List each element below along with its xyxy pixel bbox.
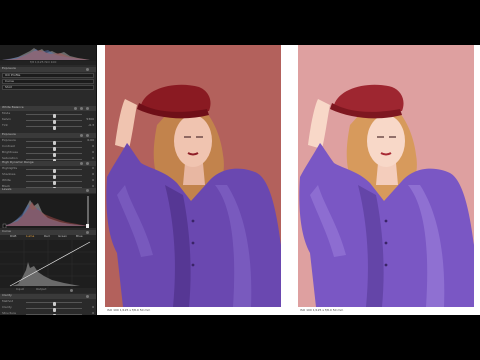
curve-io: Input Output [0, 287, 96, 293]
slider-track[interactable] [26, 302, 82, 306]
tab-red[interactable]: Red [44, 234, 50, 239]
section-menu-icon[interactable] [86, 134, 89, 137]
photo-after[interactable] [298, 45, 474, 307]
section-menu-icon[interactable] [86, 231, 89, 234]
preset-select[interactable]: Shot [2, 85, 94, 90]
section-header-clarity[interactable]: Clarity [0, 293, 96, 299]
section-menu-icon[interactable] [86, 189, 89, 192]
capture-one-window: f/8 1/125 ISO 100 Exposure ICC Profile C… [0, 0, 480, 360]
slider-track[interactable] [26, 175, 82, 179]
levels-histogram [0, 194, 96, 228]
section-header-exposure[interactable]: Exposure [0, 66, 96, 72]
section-header-levels[interactable]: Levels [0, 187, 96, 193]
portrait-image-after [298, 45, 474, 307]
tab-luma[interactable]: Luma [26, 234, 34, 239]
slider-value[interactable]: 0 [92, 311, 94, 315]
curve-picker-icon[interactable] [70, 289, 73, 292]
levels-white-handle [86, 224, 89, 228]
histogram-readout: f/8 1/125 ISO 100 [0, 60, 96, 65]
tab-green[interactable]: Green [58, 234, 67, 239]
slider-track[interactable] [26, 314, 82, 315]
slider-label: Shadows [2, 172, 16, 176]
levels-black-handle [2, 223, 7, 228]
slider-row: Brightness 0 [0, 150, 96, 157]
slider-handle[interactable] [53, 126, 56, 130]
slider-value[interactable]: 0 [92, 166, 94, 171]
icc-profile-select[interactable]: ICC Profile [2, 73, 94, 78]
histogram [0, 45, 96, 61]
tab-rgb[interactable]: RGB [10, 234, 16, 239]
slider-row: Exposure 0.00 [0, 138, 96, 145]
slider-row: Clarity 0 [0, 305, 96, 312]
photo-before-caption: ISO 100 1/125 s f/8.0 50 mm [107, 308, 151, 312]
slider-label: Structure [2, 311, 16, 315]
section-menu-icon[interactable] [86, 295, 89, 298]
slider-track[interactable] [26, 141, 82, 145]
reset-icon[interactable] [80, 162, 83, 165]
slider-label: Tint [2, 123, 8, 127]
slider-row: Kelvin 5300 [0, 117, 96, 124]
slider-label: Mode [2, 111, 11, 115]
slider-handle[interactable] [53, 314, 56, 315]
slider-track[interactable] [26, 126, 82, 130]
slider-row: White 0 [0, 178, 96, 185]
slider-label: Highlights [2, 166, 18, 170]
section-menu-icon[interactable] [86, 107, 89, 110]
slider-track[interactable] [26, 169, 82, 173]
slider-value[interactable]: 0 [92, 144, 94, 149]
curve-graph[interactable] [0, 240, 96, 288]
slider-label: Exposure [2, 138, 16, 142]
section-menu-icon[interactable] [86, 162, 89, 165]
slider-row: Mode [0, 111, 96, 118]
section-menu-icon[interactable] [86, 68, 89, 71]
slider-track[interactable] [26, 308, 82, 312]
slider-label: Method [2, 299, 14, 303]
photo-before[interactable] [105, 45, 281, 307]
picker-icon[interactable] [74, 107, 77, 110]
slider-row: Method [0, 299, 96, 306]
slider-label: Contrast [2, 144, 15, 148]
slider-value[interactable]: 0 [92, 178, 94, 183]
slider-track[interactable] [26, 153, 82, 157]
slider-row: Shadows 0 [0, 172, 96, 179]
reset-icon[interactable] [80, 134, 83, 137]
slider-track[interactable] [26, 120, 82, 124]
photo-after-caption: ISO 100 1/125 s f/8.0 50 mm [300, 308, 344, 312]
slider-value[interactable]: 0 [92, 172, 94, 177]
slider-row: Structure 0 [0, 311, 96, 315]
image-viewer: ISO 100 1/125 s f/8.0 50 mm ISO 100 1/12… [97, 45, 480, 315]
slider-value[interactable]: 0 [92, 150, 94, 155]
section-header-white-balance[interactable]: White Balance [0, 105, 96, 111]
reset-icon[interactable] [80, 107, 83, 110]
slider-value[interactable]: -0.3 [88, 123, 94, 128]
slider-label: White [2, 178, 11, 182]
slider-value[interactable]: 5300 [86, 117, 94, 122]
portrait-image-before [105, 45, 281, 307]
slider-row: Tint -0.3 [0, 123, 96, 130]
slider-row: Highlights 0 [0, 166, 96, 173]
slider-label: Kelvin [2, 117, 12, 121]
curve-select[interactable]: Curve [2, 79, 94, 84]
slider-track[interactable] [26, 181, 82, 185]
tab-blue[interactable]: Blue [76, 234, 83, 239]
slider-track[interactable] [26, 147, 82, 151]
slider-value[interactable]: 0.00 [87, 138, 94, 143]
slider-track[interactable] [26, 114, 82, 118]
slider-track[interactable] [26, 159, 82, 163]
tool-panel: f/8 1/125 ISO 100 Exposure ICC Profile C… [0, 45, 97, 315]
slider-label: Brightness [2, 150, 18, 154]
slider-value[interactable]: 0 [92, 305, 94, 310]
slider-row: Contrast 0 [0, 144, 96, 151]
slider-label: Clarity [2, 305, 12, 309]
